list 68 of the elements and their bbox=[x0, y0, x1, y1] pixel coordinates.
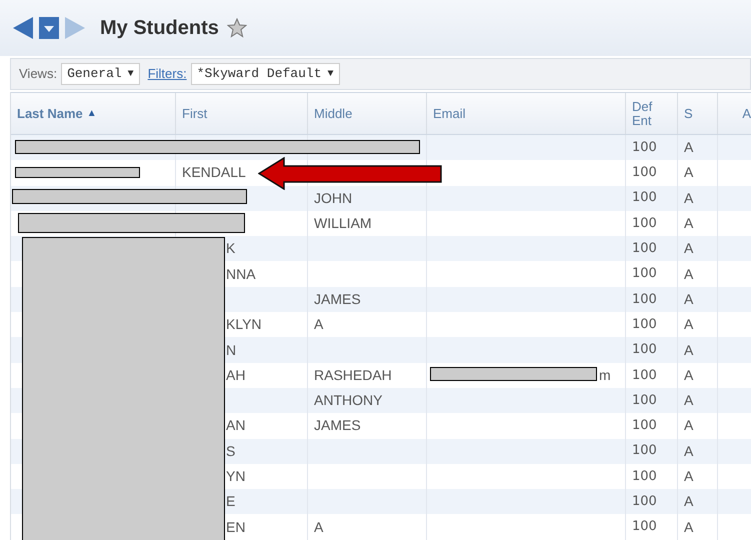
table-cell-text: A bbox=[684, 239, 694, 258]
table-cell-text: A bbox=[314, 315, 324, 334]
table-cell-text: 100 bbox=[632, 341, 657, 360]
column-header[interactable]: A bbox=[718, 93, 751, 134]
table-cell-text: JAMES bbox=[314, 416, 361, 436]
column-header[interactable]: Middle bbox=[308, 93, 427, 134]
table-cell-text: 100 bbox=[632, 366, 657, 385]
table-cell-text: RASHEDAH bbox=[314, 366, 392, 385]
table-cell-text: N bbox=[226, 340, 236, 360]
page-title: My Students bbox=[100, 16, 219, 41]
table-cell-text: 100 bbox=[632, 214, 657, 233]
dropdown-icon[interactable] bbox=[38, 16, 60, 40]
table-cell-text: A bbox=[684, 442, 694, 461]
table-cell-text: 100 bbox=[632, 164, 657, 182]
table-cell-text: A bbox=[684, 163, 694, 182]
table-cell-text: E bbox=[226, 492, 236, 512]
back-arrow-icon[interactable] bbox=[12, 16, 34, 40]
column-header[interactable]: Email bbox=[427, 93, 626, 134]
table-cell-text: A bbox=[684, 138, 694, 158]
table-cell-text: 100 bbox=[632, 240, 657, 258]
table-cell-text: 100 bbox=[632, 518, 657, 536]
table-cell-text: 100 bbox=[632, 468, 657, 486]
table-cell-text: ANTHONY bbox=[314, 391, 382, 410]
table-cell-text: K bbox=[226, 239, 236, 258]
table-cell-text: A bbox=[684, 366, 694, 385]
table-cell-text: JOHN bbox=[314, 188, 352, 208]
table-cell-text: A bbox=[684, 340, 694, 360]
column-header[interactable]: Def Ent bbox=[626, 93, 678, 134]
star-icon[interactable] bbox=[226, 18, 247, 38]
arrow-icon bbox=[258, 157, 443, 190]
table-cell-text: A bbox=[684, 290, 694, 309]
column-header[interactable]: S bbox=[678, 93, 718, 134]
table-cell-text: m bbox=[599, 366, 611, 385]
filters-link[interactable]: Filters: bbox=[148, 64, 187, 84]
table-cell-text: JAMES bbox=[314, 290, 361, 309]
table-cell-text: A bbox=[684, 264, 694, 284]
views-label: Views: bbox=[19, 65, 58, 84]
table-cell-text: A bbox=[684, 518, 694, 537]
table-cell-text: KLYN bbox=[226, 315, 262, 334]
views-select[interactable]: General ▼ bbox=[61, 63, 140, 85]
table-cell-text: A bbox=[684, 391, 694, 410]
table-cell-text: WILLIAM bbox=[314, 214, 372, 234]
column-header[interactable]: Last Name ▲ bbox=[11, 93, 176, 134]
table-cell-text: YN bbox=[226, 467, 246, 486]
filter-select[interactable]: *Skyward Default ▼ bbox=[190, 63, 340, 85]
table-cell-text: NNA bbox=[226, 264, 256, 284]
table-cell-text: S bbox=[226, 442, 236, 461]
table-cell-text: AN bbox=[226, 416, 246, 436]
table-cell-text: 100 bbox=[632, 189, 657, 208]
table-cell-text: 100 bbox=[632, 392, 657, 410]
table-cell-text: A bbox=[684, 315, 694, 334]
table-cell-text: 100 bbox=[632, 138, 657, 157]
table-cell-text: AH bbox=[226, 366, 246, 385]
table-cell-text: 100 bbox=[632, 417, 657, 436]
table-cell-text: 100 bbox=[632, 442, 657, 460]
table-cell-text: 100 bbox=[632, 316, 657, 334]
table-cell-text: EN bbox=[226, 518, 246, 537]
table-cell-text: A bbox=[684, 188, 694, 208]
table-cell-text: 100 bbox=[632, 265, 657, 284]
table-cell-text: A bbox=[684, 492, 694, 512]
table-cell-text: 100 bbox=[632, 290, 657, 309]
table-cell-text: A bbox=[684, 416, 694, 436]
table-cell-text: A bbox=[684, 214, 694, 234]
table-cell-text: A bbox=[684, 467, 694, 486]
table-cell-text: A bbox=[314, 518, 324, 537]
column-header[interactable]: First bbox=[176, 93, 308, 134]
table-cell-text: KENDALL bbox=[182, 163, 246, 182]
table-cell-text: 100 bbox=[632, 493, 657, 512]
